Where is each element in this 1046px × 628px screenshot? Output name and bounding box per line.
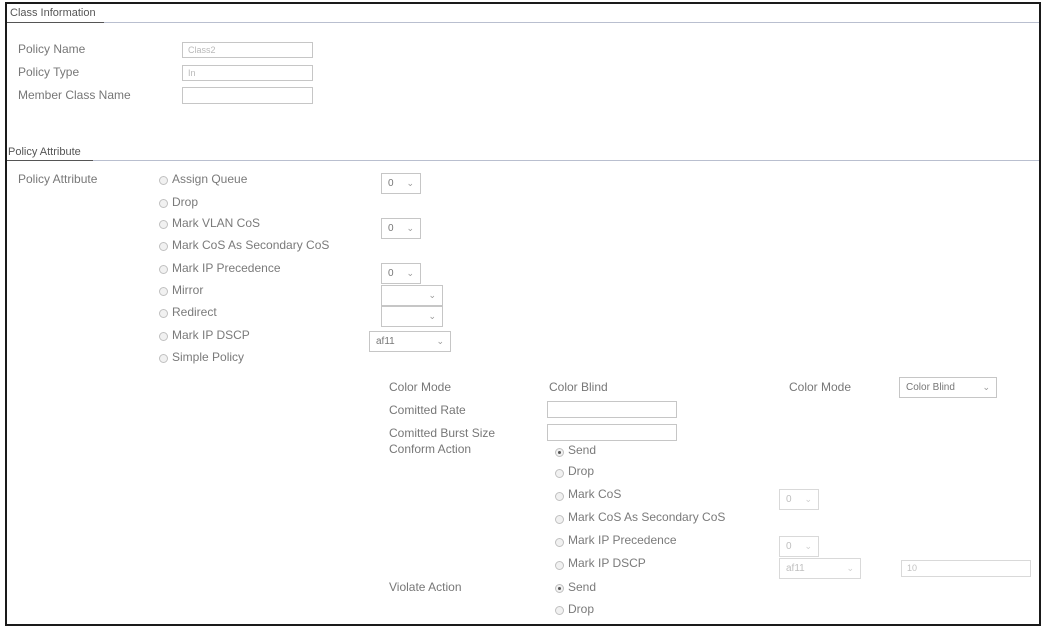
assign-queue-select[interactable]: 0 ⌄ — [381, 173, 421, 194]
conform-mark-cos-radio[interactable] — [555, 492, 564, 501]
chevron-down-icon: ⌄ — [428, 311, 436, 321]
mark-ip-dscp-select-value: af11 — [376, 336, 395, 347]
conform-mark-ip-dscp-select[interactable]: af11 ⌄ — [779, 558, 861, 579]
mark-ip-precedence-select-value: 0 — [388, 268, 394, 279]
redirect-label: Redirect — [172, 305, 217, 319]
committed-burst-size-field[interactable] — [547, 424, 677, 441]
conform-mark-cos-secondary-radio[interactable] — [555, 515, 564, 524]
violate-action-label: Violate Action — [389, 580, 462, 594]
policy-attribute-label: Policy Attribute — [18, 172, 98, 186]
conform-mark-ip-precedence-radio[interactable] — [555, 538, 564, 547]
conform-mark-ip-precedence-label: Mark IP Precedence — [568, 533, 677, 547]
drop-radio[interactable] — [159, 199, 168, 208]
mark-vlan-cos-label: Mark VLAN CoS — [172, 216, 261, 230]
mark-cos-secondary-label: Mark CoS As Secondary CoS — [172, 238, 330, 252]
conform-mark-ip-dscp-select-value: af11 — [786, 563, 805, 574]
color-mode-value: Color Blind — [549, 380, 608, 394]
color-mode-select-value: Color Blind — [906, 382, 955, 393]
policy-type-field[interactable]: In — [182, 65, 313, 81]
policy-attribute-underline — [7, 160, 93, 161]
mark-ip-precedence-radio[interactable] — [159, 265, 168, 274]
chevron-down-icon: ⌄ — [804, 541, 812, 551]
drop-label: Drop — [172, 195, 199, 209]
color-mode-label: Color Mode — [389, 380, 452, 394]
color-mode-label-2: Color Mode — [789, 380, 852, 394]
mark-vlan-cos-select-value: 0 — [388, 223, 394, 234]
chevron-down-icon: ⌄ — [406, 268, 414, 278]
mark-vlan-cos-radio[interactable] — [159, 220, 168, 229]
conform-send-radio[interactable] — [555, 448, 564, 457]
conform-mark-ip-dscp-radio[interactable] — [555, 561, 564, 570]
conform-mark-ip-precedence-select-value: 0 — [786, 541, 792, 552]
conform-mark-ip-precedence-select[interactable]: 0 ⌄ — [779, 536, 819, 557]
chevron-down-icon: ⌄ — [804, 494, 812, 504]
assign-queue-label: Assign Queue — [172, 172, 248, 186]
conform-mark-cos-label: Mark CoS — [568, 487, 622, 501]
committed-burst-size-label: Comitted Burst Size — [389, 426, 496, 440]
conform-mark-cos-select-value: 0 — [786, 494, 792, 505]
conform-drop-label: Drop — [568, 464, 595, 478]
redirect-radio[interactable] — [159, 309, 168, 318]
chevron-down-icon: ⌄ — [428, 290, 436, 300]
policy-type-label: Policy Type — [18, 65, 80, 79]
conform-mark-cos-secondary-label: Mark CoS As Secondary CoS — [568, 510, 726, 524]
conform-mark-ip-dscp-label: Mark IP DSCP — [568, 556, 646, 570]
conform-send-label: Send — [568, 443, 597, 457]
simple-policy-label: Simple Policy — [172, 350, 245, 364]
committed-rate-label: Comitted Rate — [389, 403, 466, 417]
conform-dscp-value-field[interactable]: 10 — [901, 560, 1031, 577]
mark-ip-dscp-select[interactable]: af11 ⌄ — [369, 331, 451, 352]
violate-send-label: Send — [568, 580, 597, 594]
policy-name-field[interactable]: Class2 — [182, 42, 313, 58]
policy-name-label: Policy Name — [18, 42, 86, 56]
chevron-down-icon: ⌄ — [982, 382, 990, 392]
conform-action-label: Conform Action — [389, 442, 472, 456]
policy-attribute-divider — [93, 160, 1039, 161]
class-information-underline — [7, 22, 104, 23]
mirror-select[interactable]: ⌄ — [381, 285, 443, 306]
mark-ip-dscp-radio[interactable] — [159, 332, 168, 341]
mark-ip-dscp-label: Mark IP DSCP — [172, 328, 250, 342]
chevron-down-icon: ⌄ — [436, 336, 444, 346]
mark-vlan-cos-select[interactable]: 0 ⌄ — [381, 218, 421, 239]
mirror-radio[interactable] — [159, 287, 168, 296]
member-class-name-label: Member Class Name — [18, 88, 131, 102]
class-information-divider — [104, 22, 1039, 23]
simple-policy-radio[interactable] — [159, 354, 168, 363]
redirect-select[interactable]: ⌄ — [381, 306, 443, 327]
mirror-label: Mirror — [172, 283, 204, 297]
violate-drop-label: Drop — [568, 602, 595, 616]
violate-send-radio[interactable] — [555, 584, 564, 593]
chevron-down-icon: ⌄ — [846, 563, 854, 573]
policy-attribute-title: Policy Attribute — [8, 146, 81, 158]
mark-ip-precedence-label: Mark IP Precedence — [172, 261, 281, 275]
violate-drop-radio[interactable] — [555, 606, 564, 615]
member-class-name-field[interactable] — [182, 87, 313, 104]
class-information-title: Class Information — [10, 7, 96, 19]
mark-ip-precedence-select[interactable]: 0 ⌄ — [381, 263, 421, 284]
conform-mark-cos-select[interactable]: 0 ⌄ — [779, 489, 819, 510]
assign-queue-select-value: 0 — [388, 178, 394, 189]
chevron-down-icon: ⌄ — [406, 223, 414, 233]
mark-cos-secondary-radio[interactable] — [159, 242, 168, 251]
chevron-down-icon: ⌄ — [406, 178, 414, 188]
conform-drop-radio[interactable] — [555, 469, 564, 478]
committed-rate-field[interactable] — [547, 401, 677, 418]
assign-queue-radio[interactable] — [159, 176, 168, 185]
color-mode-select[interactable]: Color Blind ⌄ — [899, 377, 997, 398]
